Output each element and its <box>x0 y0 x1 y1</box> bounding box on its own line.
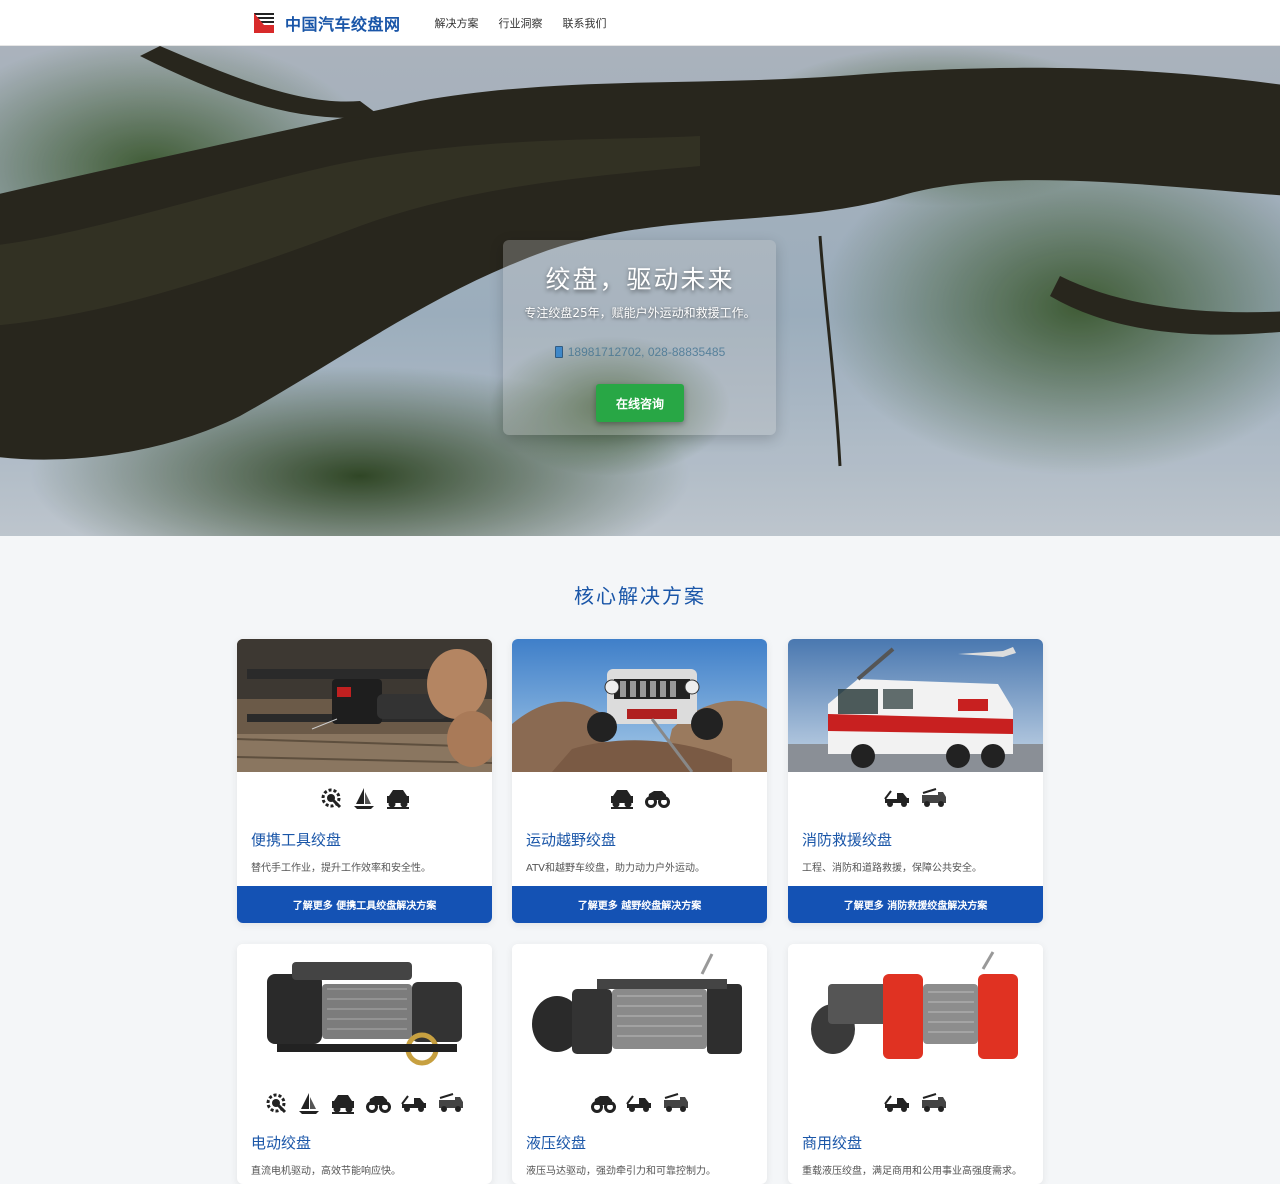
electric-winch-photo <box>237 944 492 1079</box>
atv-icon <box>645 791 670 808</box>
card-description: 直流电机驱动，高效节能响应快。 <box>251 1166 401 1177</box>
site-header: 中国汽车绞盘网 解决方案 行业洞察 联系我们 <box>0 0 1280 46</box>
solution-card-portable[interactable]: 便携工具绞盘 替代手工作业，提升工作效率和安全性。 了解更多 便携工具绞盘解决方… <box>237 639 492 923</box>
offroad-jeep-photo <box>512 639 767 773</box>
fire-truck-icon <box>439 1093 463 1112</box>
fire-truck-photo <box>788 639 1043 772</box>
card-application-icons <box>512 777 767 819</box>
card-description: ATV和越野车绞盘，助力动力户外运动。 <box>526 863 706 874</box>
tow-truck-icon <box>884 790 909 807</box>
card-application-icons <box>788 777 1043 819</box>
nav-contact[interactable]: 联系我们 <box>563 15 607 31</box>
offroad-suv-icon <box>332 1095 354 1114</box>
site-name: 中国汽车绞盘网 <box>285 15 401 34</box>
offroad-suv-icon <box>386 790 409 809</box>
card-application-icons <box>788 1084 1043 1122</box>
portable-winch-photo <box>237 639 492 772</box>
fire-truck-icon <box>922 788 946 807</box>
logo-icon <box>252 11 276 35</box>
card-description: 液压马达驱动，强劲牵引力和可靠控制力。 <box>526 1166 716 1177</box>
offroad-suv-icon <box>611 790 633 809</box>
mobile-phone-icon <box>554 346 563 358</box>
gear-wrench-icon <box>266 1093 287 1114</box>
online-consult-button[interactable]: 在线咨询 <box>596 384 684 422</box>
solution-card-rescue[interactable]: 消防救援绞盘 工程、消防和道路救援，保障公共安全。 了解更多 消防救援绞盘解决方… <box>788 639 1043 923</box>
sailboat-icon <box>353 788 374 809</box>
product-card-commercial[interactable]: 商用绞盘 重载液压绞盘，满足商用和公用事业高强度需求。 <box>788 944 1043 1184</box>
section-title: 核心解决方案 <box>574 584 706 608</box>
atv-icon <box>366 1096 391 1113</box>
learn-more-offroad-button[interactable]: 了解更多 越野绞盘解决方案 <box>512 886 767 923</box>
solution-card-offroad[interactable]: 运动越野绞盘 ATV和越野车绞盘，助力动力户外运动。 了解更多 越野绞盘解决方案 <box>512 639 767 923</box>
hero-banner: 绞盘，驱动未来 专注绞盘25年，赋能户外运动和救援工作。 18981712702… <box>0 46 1280 536</box>
card-title: 液压绞盘 <box>526 1134 587 1152</box>
card-title: 便携工具绞盘 <box>251 831 342 849</box>
hydraulic-winch-photo <box>512 944 767 1079</box>
fire-truck-icon <box>922 1093 946 1112</box>
sailboat-icon <box>299 1093 319 1114</box>
hero-subtitle: 专注绞盘25年，赋能户外运动和救援工作。 <box>524 306 756 320</box>
card-application-icons <box>512 1084 767 1122</box>
card-description: 工程、消防和道路救援，保障公共安全。 <box>802 863 982 874</box>
fire-truck-icon <box>663 1093 688 1112</box>
atv-icon <box>590 1096 616 1113</box>
nav-solutions[interactable]: 解决方案 <box>435 15 479 31</box>
card-description: 替代手工作业，提升工作效率和安全性。 <box>251 863 431 874</box>
site-logo[interactable]: 中国汽车绞盘网 <box>252 11 401 35</box>
nav-insights[interactable]: 行业洞察 <box>499 15 543 31</box>
hero-phone-line[interactable]: 18981712702, 028-88835485 <box>0 345 1280 359</box>
tow-truck-icon <box>625 1095 651 1112</box>
main-nav: 解决方案 行业洞察 联系我们 <box>435 15 627 31</box>
hero-phone-numbers: 18981712702, 028-88835485 <box>567 345 726 359</box>
card-title: 运动越野绞盘 <box>526 831 617 849</box>
card-application-icons <box>237 777 492 819</box>
card-title: 商用绞盘 <box>802 1134 863 1152</box>
hero-title: 绞盘，驱动未来 <box>545 265 735 294</box>
card-title: 电动绞盘 <box>251 1134 312 1152</box>
tow-truck-icon <box>401 1095 426 1112</box>
learn-more-portable-button[interactable]: 了解更多 便携工具绞盘解决方案 <box>237 886 492 923</box>
tow-truck-icon <box>884 1095 909 1112</box>
card-description: 重载液压绞盘，满足商用和公用事业高强度需求。 <box>802 1166 1022 1177</box>
product-card-hydraulic[interactable]: 液压绞盘 液压马达驱动，强劲牵引力和可靠控制力。 <box>512 944 767 1184</box>
product-card-electric[interactable]: 电动绞盘 直流电机驱动，高效节能响应快。 <box>237 944 492 1184</box>
commercial-winch-photo <box>788 944 1043 1079</box>
gear-wrench-icon <box>321 788 341 809</box>
card-title: 消防救援绞盘 <box>802 831 893 849</box>
card-application-icons <box>237 1084 492 1122</box>
learn-more-rescue-button[interactable]: 了解更多 消防救援绞盘解决方案 <box>788 886 1043 923</box>
